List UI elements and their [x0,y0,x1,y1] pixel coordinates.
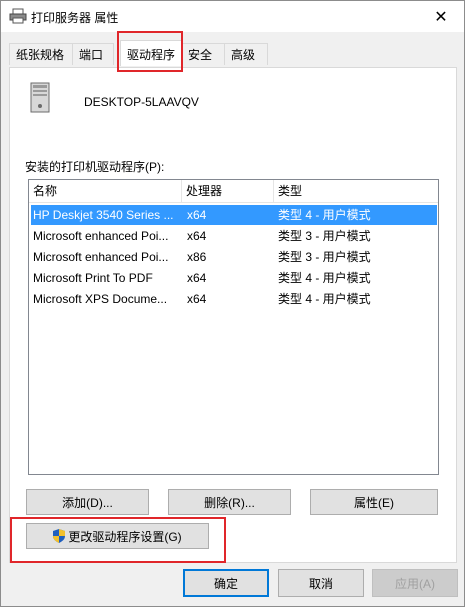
computer-icon [30,82,50,113]
tab-ports[interactable]: 端口 [72,43,114,65]
driver-type: 类型 4 - 用户模式 [278,292,371,306]
computer-name: DESKTOP-5LAAVQV [84,95,199,109]
driver-type: 类型 4 - 用户模式 [278,271,371,285]
window-title: 打印服务器 属性 [31,11,119,25]
driver-processor: x64 [187,229,207,243]
title-bar: 打印服务器 属性 ✕ [1,1,464,32]
drivers-list[interactable]: 名称 处理器 类型 HP Deskjet 3540 Series ... x64… [28,179,439,475]
change-driver-settings-label: 更改驱动程序设置(G) [68,529,182,544]
change-driver-settings-button[interactable]: 更改驱动程序设置(G) [26,523,209,549]
driver-processor: x64 [187,292,207,306]
driver-processor: x64 [187,208,207,222]
driver-name: HP Deskjet 3540 Series ... [33,208,174,222]
installed-drivers-label: 安装的打印机驱动程序(P): [25,160,165,174]
column-header-processor[interactable]: 处理器 [182,180,274,202]
tab-security[interactable]: 安全 [181,43,225,65]
remove-driver-button[interactable]: 删除(R)... [168,489,291,515]
close-button[interactable]: ✕ [418,1,464,32]
driver-row[interactable]: Microsoft Print To PDF x64 类型 4 - 用户模式 [31,268,437,288]
driver-processor: x86 [187,250,207,264]
list-header: 名称 处理器 类型 [29,180,438,203]
ok-button[interactable]: 确定 [183,569,269,597]
printer-icon [9,8,27,24]
driver-row[interactable]: HP Deskjet 3540 Series ... x64 类型 4 - 用户… [31,205,437,225]
driver-name: Microsoft Print To PDF [33,271,153,285]
cancel-button[interactable]: 取消 [278,569,364,597]
driver-row[interactable]: Microsoft XPS Docume... x64 类型 4 - 用户模式 [31,289,437,309]
driver-type: 类型 3 - 用户模式 [278,250,371,264]
driver-row[interactable]: Microsoft enhanced Poi... x64 类型 3 - 用户模… [31,226,437,246]
print-server-properties-window: 打印服务器 属性 ✕ 纸张规格 端口 驱动程序 安全 高级 DESKTOP-5L… [0,0,465,607]
tab-drivers[interactable]: 驱动程序 [120,40,182,66]
driver-properties-button[interactable]: 属性(E) [310,489,438,515]
uac-shield-icon [53,529,66,543]
driver-name: Microsoft enhanced Poi... [33,250,169,264]
driver-row[interactable]: Microsoft enhanced Poi... x86 类型 3 - 用户模… [31,247,437,267]
add-driver-button[interactable]: 添加(D)... [26,489,149,515]
driver-name: Microsoft enhanced Poi... [33,229,169,243]
close-icon: ✕ [434,8,448,26]
driver-type: 类型 4 - 用户模式 [278,208,371,222]
column-header-type[interactable]: 类型 [274,180,438,202]
apply-button[interactable]: 应用(A) [372,569,458,597]
column-header-name[interactable]: 名称 [29,180,182,202]
driver-name: Microsoft XPS Docume... [33,292,168,306]
driver-processor: x64 [187,271,207,285]
tab-paper-size[interactable]: 纸张规格 [9,43,73,65]
tab-advanced[interactable]: 高级 [224,43,268,65]
driver-type: 类型 3 - 用户模式 [278,229,371,243]
